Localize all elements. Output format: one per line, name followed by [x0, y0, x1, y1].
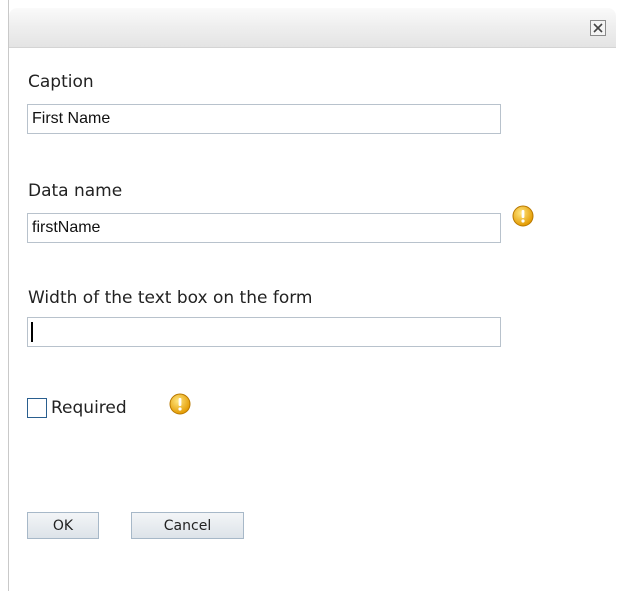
field-properties-dialog: Caption Data name Width of the text box …: [8, 0, 623, 591]
dialog-titlebar: [9, 8, 616, 48]
close-icon: [593, 23, 603, 33]
info-icon[interactable]: [512, 205, 534, 227]
text-cursor: [31, 322, 33, 342]
width-input[interactable]: [27, 317, 501, 347]
data-name-input[interactable]: [27, 213, 501, 243]
width-label: Width of the text box on the form: [28, 288, 313, 308]
close-button[interactable]: [590, 20, 606, 36]
info-icon[interactable]: [169, 393, 191, 415]
required-label: Required: [51, 398, 127, 418]
caption-input[interactable]: [27, 104, 501, 134]
ok-button[interactable]: OK: [27, 512, 99, 539]
required-checkbox[interactable]: [27, 398, 47, 418]
data-name-label: Data name: [28, 181, 123, 201]
cancel-button[interactable]: Cancel: [131, 512, 244, 539]
caption-label: Caption: [28, 72, 94, 92]
